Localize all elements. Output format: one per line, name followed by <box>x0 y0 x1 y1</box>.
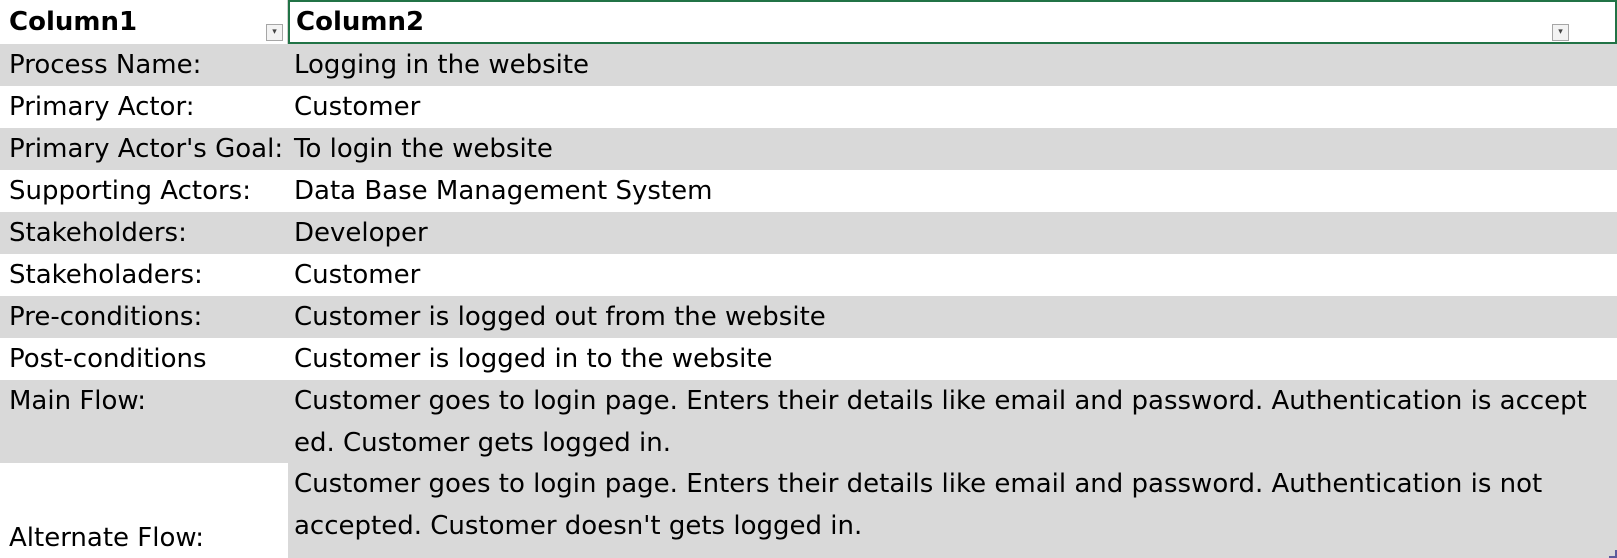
table-row: Alternate Flow: Customer goes to login p… <box>0 463 1617 558</box>
value-cell[interactable]: Customer goes to login page. Enters thei… <box>288 463 1617 558</box>
table-row: Stakeholders: Developer <box>0 212 1617 254</box>
table-row: Primary Actor: Customer <box>0 86 1617 128</box>
value-cell[interactable]: Logging in the website <box>288 44 1617 86</box>
label-cell[interactable]: Supporting Actors: <box>0 170 288 212</box>
table-resize-handle[interactable] <box>1609 550 1617 558</box>
label-cell[interactable]: Stakeholaders: <box>0 254 288 296</box>
header-label: Column1 <box>9 7 138 37</box>
value-line: Customer goes to login page. Enters thei… <box>294 469 1543 499</box>
label-text: Alternate Flow: <box>9 523 204 553</box>
label-cell[interactable]: Primary Actor: <box>0 86 288 128</box>
header-label: Column2 <box>296 7 425 37</box>
value-cell[interactable]: Customer <box>288 254 1617 296</box>
table-row: Main Flow: Customer goes to login page. … <box>0 380 1617 463</box>
label-cell[interactable]: Main Flow: <box>0 380 288 463</box>
filter-dropdown-icon[interactable]: ▾ <box>1552 24 1569 41</box>
filter-dropdown-icon[interactable]: ▾ <box>266 24 283 41</box>
label-cell[interactable]: Stakeholders: <box>0 212 288 254</box>
header-cell-column1[interactable]: Column1 ▾ <box>0 0 288 44</box>
value-line: Customer goes to login page. Enters thei… <box>294 386 1587 416</box>
spreadsheet-table: Column1 ▾ Column2 ▾ Process Name: Loggin… <box>0 0 1617 558</box>
table-row: Process Name: Logging in the website <box>0 44 1617 86</box>
value-cell[interactable]: To login the website <box>288 128 1617 170</box>
table-row: Pre-conditions: Customer is logged out f… <box>0 296 1617 338</box>
value-cell[interactable]: Customer goes to login page. Enters thei… <box>288 380 1617 463</box>
label-cell[interactable]: Post-conditions <box>0 338 288 380</box>
header-cell-column2[interactable]: Column2 ▾ <box>288 0 1617 44</box>
table-row: Stakeholaders: Customer <box>0 254 1617 296</box>
value-cell[interactable]: Customer is logged in to the website <box>288 338 1617 380</box>
label-cell[interactable]: Pre-conditions: <box>0 296 288 338</box>
label-cell[interactable]: Alternate Flow: <box>0 463 288 558</box>
label-cell[interactable]: Process Name: <box>0 44 288 86</box>
value-cell[interactable]: Developer <box>288 212 1617 254</box>
table-header-row: Column1 ▾ Column2 ▾ <box>0 0 1617 45</box>
label-cell[interactable]: Primary Actor's Goal: <box>0 128 288 170</box>
value-line: ed. Customer gets logged in. <box>294 428 671 458</box>
table-row: Post-conditions Customer is logged in to… <box>0 338 1617 380</box>
table-row: Primary Actor's Goal: To login the websi… <box>0 128 1617 170</box>
value-cell[interactable]: Customer <box>288 86 1617 128</box>
value-line: accepted. Customer doesn't gets logged i… <box>294 511 863 541</box>
value-cell[interactable]: Data Base Management System <box>288 170 1617 212</box>
value-cell[interactable]: Customer is logged out from the website <box>288 296 1617 338</box>
table-row: Supporting Actors: Data Base Management … <box>0 170 1617 212</box>
